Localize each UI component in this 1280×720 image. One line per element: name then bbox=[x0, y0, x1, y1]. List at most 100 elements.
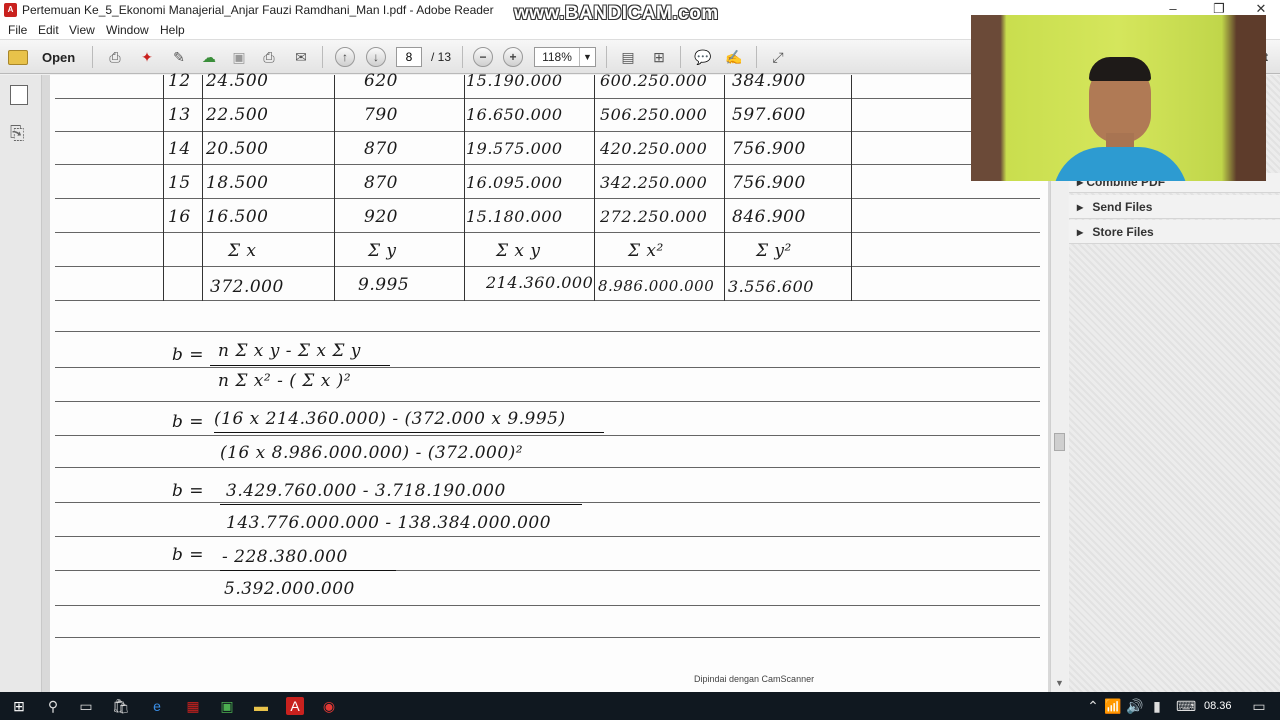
table-cell-y: 870 bbox=[364, 139, 398, 159]
edit-pdf-icon[interactable]: ✎ bbox=[168, 46, 190, 68]
sum-header-y: Σ y bbox=[368, 241, 397, 261]
navigation-rail: ⎘ bbox=[0, 75, 42, 692]
eq3-denominator: 143.776.000.000 - 138.384.000.000 bbox=[226, 513, 552, 533]
taskbar: ⊞ ⚲ ▭ 🛍 e ▦ ▣ ▬ A ◉ ⌃ 📶 🔊 ▮ ⌨ 08.36 ▭ bbox=[0, 692, 1280, 720]
eq1-denominator: n Σ x² - ( Σ x )² bbox=[218, 371, 352, 391]
table-cell-x2: 272.250.000 bbox=[600, 207, 708, 226]
fit-page-icon[interactable]: ▤ bbox=[617, 46, 639, 68]
zoom-out-icon[interactable]: − bbox=[473, 47, 493, 67]
attachments-icon[interactable]: ⎘ bbox=[10, 123, 24, 144]
app-taskbar-icon[interactable]: ▣ bbox=[218, 697, 236, 715]
panel-store-files[interactable]: ▸ Store Files bbox=[1069, 220, 1280, 244]
presenter-shirt bbox=[1053, 147, 1188, 181]
menu-window[interactable]: Window bbox=[106, 23, 149, 37]
eq2-lhs: b = bbox=[172, 412, 205, 432]
table-cell-n: 13 bbox=[168, 105, 191, 125]
edge-icon[interactable]: e bbox=[148, 697, 166, 715]
table-cell-xy: 19.575.000 bbox=[466, 139, 563, 158]
battery-icon[interactable]: ▮ bbox=[1148, 697, 1166, 715]
sum-header-x2: Σ x² bbox=[628, 241, 664, 261]
pages-panel-icon[interactable] bbox=[10, 85, 28, 105]
network-icon[interactable]: 📶 bbox=[1104, 697, 1122, 715]
clock[interactable]: 08.36 bbox=[1204, 700, 1232, 712]
eq4-denominator: 5.392.000.000 bbox=[224, 579, 355, 599]
task-view-icon[interactable]: ▭ bbox=[77, 697, 95, 715]
open-button[interactable]: Open bbox=[8, 46, 75, 68]
recorder-icon[interactable]: ◉ bbox=[320, 697, 338, 715]
window-title: Pertemuan Ke_5_Ekonomi Manajerial_Anjar … bbox=[22, 3, 494, 17]
save-icon[interactable]: ▣ bbox=[228, 46, 250, 68]
table-cell-y2: 597.600 bbox=[732, 105, 806, 125]
previous-page-icon[interactable]: ↑ bbox=[335, 47, 355, 67]
sum-x: 372.000 bbox=[210, 277, 284, 297]
open-label: Open bbox=[42, 49, 76, 65]
page-total: / 13 bbox=[431, 50, 452, 64]
page-number-input[interactable] bbox=[396, 47, 422, 67]
table-cell-x2: 420.250.000 bbox=[600, 139, 708, 158]
upload-icon[interactable]: ☁ bbox=[198, 46, 220, 68]
sum-xy: 214.360.000 bbox=[486, 273, 594, 292]
scanner-footer: Dipindai dengan CamScanner bbox=[694, 674, 815, 684]
zoom-select[interactable]: 118% ▼ bbox=[534, 47, 596, 67]
table-cell-x: 24.500 bbox=[206, 71, 269, 91]
table-cell-y: 620 bbox=[364, 71, 398, 91]
table-cell-n: 15 bbox=[168, 173, 191, 193]
pdf-page: 12 24.500 620 15.190.000 600.250.000 384.900 1… bbox=[50, 71, 1048, 692]
start-icon[interactable]: ⊞ bbox=[10, 697, 28, 715]
notifications-icon[interactable]: ▭ bbox=[1250, 697, 1268, 715]
webcam-overlay bbox=[971, 15, 1266, 181]
scroll-down-icon[interactable]: ▼ bbox=[1055, 678, 1064, 688]
table-cell-xy: 15.180.000 bbox=[466, 207, 563, 226]
file-explorer-icon[interactable]: ▬ bbox=[252, 697, 270, 715]
keyboard-icon[interactable]: ⌨ bbox=[1176, 697, 1196, 715]
pdf-app-icon: A bbox=[4, 3, 17, 17]
zoom-in-icon[interactable]: + bbox=[503, 47, 523, 67]
table-cell-n: 14 bbox=[168, 139, 191, 159]
folder-icon bbox=[8, 49, 28, 65]
tray-chevron-icon[interactable]: ⌃ bbox=[1084, 697, 1102, 715]
sum-header-xy: Σ x y bbox=[496, 241, 541, 261]
email-icon[interactable]: ✉ bbox=[290, 46, 312, 68]
table-cell-y: 870 bbox=[364, 173, 398, 193]
eq1-numerator: n Σ x y - Σ x Σ y bbox=[218, 341, 361, 361]
next-page-icon[interactable]: ↓ bbox=[366, 47, 386, 67]
eq2-numerator: (16 x 214.360.000) - (372.000 x 9.995) bbox=[214, 409, 566, 429]
eq3-lhs: b = bbox=[172, 481, 205, 501]
panel-send-files[interactable]: ▸ Send Files bbox=[1069, 195, 1280, 219]
menu-file[interactable]: File bbox=[8, 23, 27, 37]
menu-view[interactable]: View bbox=[69, 23, 95, 37]
adobe-reader-taskbar-icon[interactable]: A bbox=[286, 697, 304, 715]
scroll-thumb[interactable] bbox=[1054, 433, 1065, 451]
table-cell-y2: 756.900 bbox=[732, 173, 806, 193]
eq1-lhs: b = bbox=[172, 345, 205, 365]
menu-help[interactable]: Help bbox=[160, 23, 185, 37]
highlight-icon[interactable]: ✍ bbox=[723, 46, 745, 68]
eq2-denominator: (16 x 8.986.000.000) - (372.000)² bbox=[220, 443, 524, 463]
zoom-value: 118% bbox=[542, 50, 572, 64]
volume-icon[interactable]: 🔊 bbox=[1126, 697, 1144, 715]
sum-x2: 8.986.000.000 bbox=[598, 277, 715, 295]
sum-y2: 3.556.600 bbox=[728, 277, 814, 296]
sum-header-y2: Σ y² bbox=[756, 241, 792, 261]
print-icon[interactable]: ⎙ bbox=[258, 46, 280, 68]
table-cell-n: 16 bbox=[168, 207, 191, 227]
menu-edit[interactable]: Edit bbox=[38, 23, 59, 37]
eq4-lhs: b = bbox=[172, 545, 205, 565]
fullscreen-icon[interactable]: ⤢ bbox=[767, 46, 789, 68]
table-cell-x: 16.500 bbox=[206, 207, 269, 227]
pdf-app-taskbar-icon[interactable]: ▦ bbox=[184, 697, 202, 715]
table-cell-y2: 846.900 bbox=[732, 207, 806, 227]
table-cell-x2: 600.250.000 bbox=[600, 71, 708, 90]
table-cell-x: 18.500 bbox=[206, 173, 269, 193]
comment-icon[interactable]: 💬 bbox=[692, 46, 714, 68]
panel-store-files-label: Store Files bbox=[1092, 225, 1154, 239]
print-setup-icon[interactable]: ⎙ bbox=[104, 46, 126, 68]
presenter-hair bbox=[1089, 57, 1151, 81]
store-icon[interactable]: 🛍 bbox=[112, 697, 130, 715]
table-cell-x: 22.500 bbox=[206, 105, 269, 125]
fit-width-icon[interactable]: ⊞ bbox=[648, 46, 670, 68]
search-icon[interactable]: ⚲ bbox=[44, 697, 62, 715]
sum-header-x: Σ x bbox=[228, 241, 257, 261]
create-pdf-icon[interactable]: ✦ bbox=[136, 46, 158, 68]
chevron-down-icon[interactable]: ▼ bbox=[579, 48, 595, 66]
